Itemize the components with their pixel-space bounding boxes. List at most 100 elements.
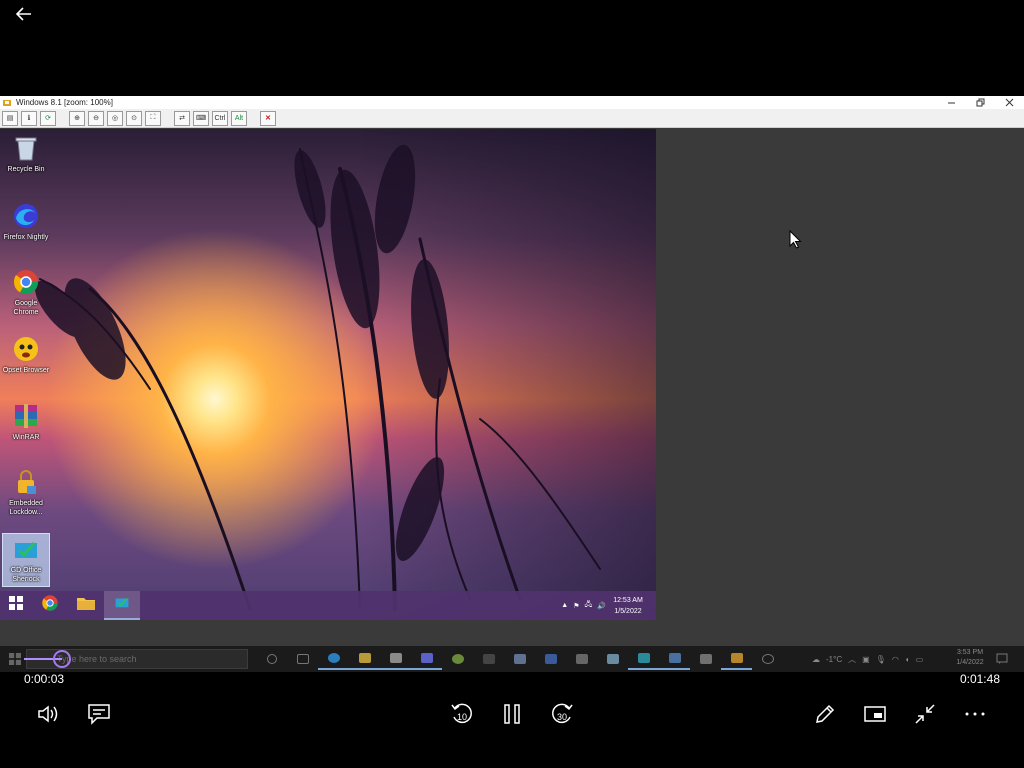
remote-clock-date: 1/5/2022 (614, 608, 642, 615)
pause-icon (501, 703, 523, 725)
recycle-bin-icon (11, 133, 41, 163)
desktop-icon-gd-office-sheriock[interactable]: GD Office Sheriock (2, 533, 50, 587)
keyboard-icon: ⌨ (195, 115, 207, 122)
options-icon: ▤ (6, 115, 14, 122)
opset-browser-icon (11, 334, 41, 364)
desktop-icon-label: Recycle Bin (7, 166, 45, 173)
ctrl-label: Ctrl (214, 114, 226, 122)
desktop-icon-label: Embedded Lockdow... (9, 500, 43, 516)
desktop-icon-firefox-nightly[interactable]: Firefox Nightly (2, 201, 50, 242)
skip-back-10-button[interactable]: 10 (448, 700, 476, 728)
remote-start-button[interactable] (0, 591, 32, 620)
remote-clock-time: 12:53 AM (613, 597, 643, 604)
desktop-icon-recycle-bin[interactable]: Recycle Bin (2, 133, 50, 174)
remote-desktop[interactable]: Recycle Bin Firefox Nightly Google Chrom… (0, 129, 656, 620)
desktop-icon-label: Opset Browser (2, 367, 50, 374)
transfer-files-button[interactable]: ⇄ (174, 110, 190, 126)
captions-button[interactable] (85, 700, 113, 728)
alt-key-button[interactable]: Alt (231, 110, 247, 126)
host-windows-logo-icon (9, 652, 21, 670)
send-keys-button[interactable]: ⌨ (193, 110, 209, 126)
restore-button[interactable] (966, 96, 995, 109)
total-duration: 0:01:48 (959, 672, 1000, 686)
remote-system-tray: ▲ ⚑ 🖧 🔊 (561, 591, 606, 620)
mouse-pointer-icon (789, 229, 802, 254)
lockdown-icon (11, 467, 41, 497)
zoom-in-button[interactable]: ⊕ (69, 110, 85, 126)
flag-icon[interactable]: ⚑ (573, 602, 579, 610)
minimize-button[interactable] (937, 96, 966, 109)
seek-bar[interactable] (24, 650, 1000, 668)
more-dots-icon (964, 711, 986, 717)
seek-thumb[interactable] (53, 650, 71, 668)
ctrl-key-button[interactable]: Ctrl (212, 110, 228, 126)
fullscreen-icon: ⛶ (150, 114, 156, 121)
desktop-icon-embedded-lockdown[interactable]: Embedded Lockdow... (2, 467, 50, 517)
svg-text:10: 10 (457, 712, 467, 722)
volume-button[interactable] (35, 700, 63, 728)
viewer-title: Windows 8.1 [zoom: 100%] (16, 98, 113, 107)
refresh-icon: ⟳ (45, 115, 51, 122)
connection-options-button[interactable]: ▤ (2, 110, 18, 126)
fullscreen-button[interactable]: ⛶ (145, 110, 161, 126)
desktop-icon-opset-browser[interactable]: Opset Browser (2, 334, 50, 375)
exit-fullscreen-button[interactable] (911, 700, 939, 728)
remote-viewer-window: Windows 8.1 [zoom: 100%] ▤ ℹ ⟳ ⊕ ⊖ ◎ ⊙ ⛶… (0, 96, 1024, 646)
alt-label: Alt (234, 114, 244, 122)
desktop-icon-winrar[interactable]: WinRAR (2, 401, 50, 442)
chrome-icon (41, 594, 59, 617)
remote-clock[interactable]: 12:53 AM 1/5/2022 (608, 595, 648, 617)
remote-taskbar-gd-office[interactable] (104, 591, 140, 620)
forward-30-icon: 30 (549, 701, 575, 727)
captions-icon (87, 703, 111, 725)
zoom-in-icon: ⊕ (74, 115, 80, 122)
close-window-button[interactable] (995, 96, 1024, 109)
mini-view-button[interactable] (861, 700, 889, 728)
zoom-out-button[interactable]: ⊖ (88, 110, 104, 126)
desktop-icon-label: WinRAR (12, 434, 40, 441)
seek-track[interactable] (24, 658, 1000, 660)
refresh-button[interactable]: ⟳ (40, 110, 56, 126)
back-arrow-icon (15, 6, 32, 26)
volume-icon[interactable]: 🔊 (597, 602, 606, 610)
back-button[interactable] (12, 5, 36, 27)
disconnect-button[interactable]: ✕ (260, 110, 276, 126)
video-player: Windows 8.1 [zoom: 100%] ▤ ℹ ⟳ ⊕ ⊖ ◎ ⊙ ⛶… (0, 0, 1024, 768)
zoom-100-button[interactable]: ◎ (107, 110, 123, 126)
more-options-button[interactable] (961, 700, 989, 728)
gd-office-icon (11, 534, 41, 564)
mini-view-icon (864, 705, 886, 723)
skip-forward-30-button[interactable]: 30 (548, 700, 576, 728)
viewer-toolbar: ▤ ℹ ⟳ ⊕ ⊖ ◎ ⊙ ⛶ ⇄ ⌨ Ctrl Alt ✕ (0, 109, 1024, 128)
svg-text:30: 30 (557, 712, 567, 722)
chrome-icon (11, 267, 41, 297)
remote-taskbar-file-explorer[interactable] (68, 591, 104, 620)
winrar-icon (11, 401, 41, 431)
info-icon: ℹ (27, 115, 31, 122)
wallpaper-reeds (35, 144, 601, 611)
desktop-icon-google-chrome[interactable]: Google Chrome (2, 267, 50, 317)
desktop-icon-label: Firefox Nightly (3, 234, 49, 241)
zoom-out-icon: ⊖ (93, 115, 99, 122)
edit-button[interactable] (811, 700, 839, 728)
exit-fullscreen-icon (914, 703, 936, 725)
zoom-150-button[interactable]: ⊙ (126, 110, 142, 126)
desktop-icon-label: GD Office Sheriock (10, 567, 42, 583)
pause-button[interactable] (498, 700, 526, 728)
firefox-nightly-icon (11, 201, 41, 231)
connection-info-button[interactable]: ℹ (21, 110, 37, 126)
viewer-app-icon (2, 98, 12, 108)
zoom-150-icon: ⊙ (131, 115, 137, 122)
network-icon[interactable]: 🖧 (584, 600, 592, 611)
viewer-titlebar: Windows 8.1 [zoom: 100%] (0, 96, 1024, 109)
zoom-100-icon: ◎ (111, 115, 119, 122)
tray-chevron-icon[interactable]: ▲ (561, 602, 568, 609)
notification-icon (996, 652, 1008, 670)
files-icon: ⇄ (179, 115, 185, 122)
volume-icon (37, 704, 61, 724)
current-time: 0:00:03 (24, 672, 65, 686)
remote-taskbar-chrome[interactable] (32, 591, 68, 620)
remote-taskbar: ▲ ⚑ 🖧 🔊 12:53 AM 1/5/2022 (0, 591, 656, 620)
gd-office-icon (113, 595, 131, 614)
folder-icon (76, 595, 96, 616)
